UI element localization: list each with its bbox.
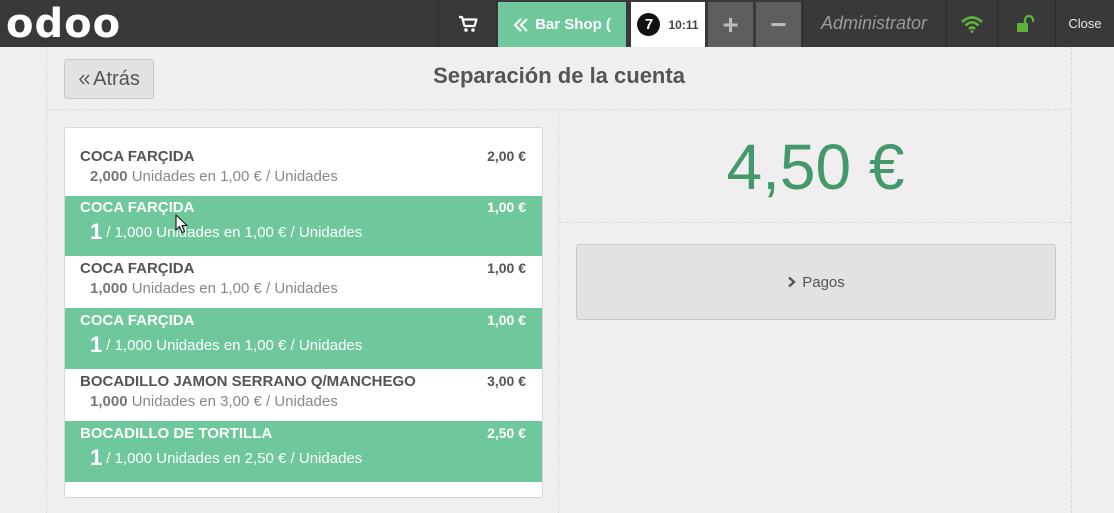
order-line-selected[interactable]: COCA FARÇIDA 1,00 € 1/ 1,000 Unidades en… [65, 308, 542, 369]
shop-name: Bar Shop ( [535, 16, 611, 33]
proxy-status[interactable] [947, 0, 997, 47]
order-line[interactable]: BOCADILLO JAMON SERRANO Q/MANCHEGO 3,00 … [65, 369, 542, 421]
split-total: 4,50 € [560, 111, 1071, 223]
order-pane: COCA FARÇIDA 2,00 € 2,000 Unidades en 1,… [47, 111, 559, 513]
product-name: BOCADILLO DE TORTILLA [80, 425, 273, 442]
order-tab[interactable]: 7 10:11 [631, 2, 705, 47]
remove-order-button[interactable]: − [756, 2, 801, 47]
close-button[interactable]: Close [1056, 0, 1114, 47]
line-qty: 1,000 [90, 280, 128, 297]
back-button[interactable]: Atrás [64, 59, 154, 99]
unlock-icon [1017, 14, 1035, 32]
line-info: 1/ 1,000 Unidades en 1,00 € / Unidades [90, 219, 362, 245]
splitbill-screen: Separación de la cuenta Atrás COCA FARÇI… [46, 47, 1072, 513]
line-info: 1/ 1,000 Unidades en 2,50 € / Unidades [90, 445, 362, 471]
line-info: 1,000 Unidades en 1,00 € / Unidades [90, 280, 338, 297]
line-qty: 1 [90, 219, 103, 244]
mouse-cursor-icon [175, 214, 188, 234]
page-title: Separación de la cuenta [433, 63, 685, 88]
order-lines-list: COCA FARÇIDA 2,00 € 2,000 Unidades en 1,… [64, 127, 543, 498]
line-info: 1,000 Unidades en 3,00 € / Unidades [90, 393, 338, 410]
top-navbar: odoo Bar Shop ( 7 10:11 + − Administrato… [0, 0, 1114, 47]
divider [438, 0, 439, 47]
username: Administrator [820, 13, 928, 33]
line-price: 2,00 € [487, 148, 526, 164]
cart-button[interactable] [440, 0, 496, 47]
payment-button[interactable]: Pagos [576, 244, 1056, 320]
line-detail: Unidades en 1,00 € / Unidades [131, 280, 338, 297]
line-qty: 2,000 [90, 168, 128, 185]
order-line[interactable]: COCA FARÇIDA 1,00 € 1,000 Unidades en 1,… [65, 256, 542, 308]
chevron-right-icon [788, 276, 797, 288]
product-name: COCA FARÇIDA [80, 148, 195, 165]
order-line[interactable]: COCA FARÇIDA 2,00 € 2,000 Unidades en 1,… [65, 128, 542, 196]
product-name: COCA FARÇIDA [80, 260, 195, 277]
line-price: 3,00 € [487, 373, 526, 389]
line-info: 2,000 Unidades en 1,00 € / Unidades [90, 168, 338, 185]
line-qty: 1 [90, 332, 103, 357]
line-price: 1,00 € [487, 312, 526, 328]
line-qty: 1,000 [90, 393, 128, 410]
line-price: 1,00 € [487, 260, 526, 276]
line-detail: / 1,000 Unidades en 2,50 € / Unidades [106, 450, 363, 467]
divider [496, 0, 497, 47]
payment-label: Pagos [802, 273, 845, 291]
add-order-button[interactable]: + [708, 2, 753, 47]
lock-status[interactable] [998, 0, 1054, 47]
order-number: 7 [637, 13, 661, 36]
screen-header: Separación de la cuenta Atrás [47, 47, 1071, 110]
cart-icon [459, 15, 478, 32]
line-detail: Unidades en 1,00 € / Unidades [131, 168, 338, 185]
product-name: COCA FARÇIDA [80, 312, 195, 329]
line-price: 1,00 € [487, 199, 526, 215]
order-line-selected[interactable]: BOCADILLO DE TORTILLA 2,50 € 1/ 1,000 Un… [65, 421, 542, 482]
order-line-selected[interactable]: COCA FARÇIDA 1,00 € 1/ 1,000 Unidades en… [65, 196, 542, 256]
product-name: BOCADILLO JAMON SERRANO Q/MANCHEGO [80, 373, 416, 390]
wifi-icon [961, 15, 983, 33]
line-detail: Unidades en 3,00 € / Unidades [131, 393, 338, 410]
back-label: Atrás [93, 67, 140, 90]
line-detail: / 1,000 Unidades en 1,00 € / Unidades [106, 224, 363, 241]
line-detail: / 1,000 Unidades en 1,00 € / Unidades [106, 337, 363, 354]
line-info: 1/ 1,000 Unidades en 1,00 € / Unidades [90, 332, 362, 358]
double-chevron-left-icon [79, 74, 90, 84]
line-price: 2,50 € [487, 425, 526, 441]
line-qty: 1 [90, 445, 103, 470]
odoo-logo: odoo [6, 0, 122, 47]
shop-selector-button[interactable]: Bar Shop ( [498, 2, 626, 47]
double-chevron-left-icon [513, 17, 528, 32]
payment-pane: 4,50 € Pagos [560, 111, 1071, 513]
order-time: 10:11 [668, 17, 699, 32]
